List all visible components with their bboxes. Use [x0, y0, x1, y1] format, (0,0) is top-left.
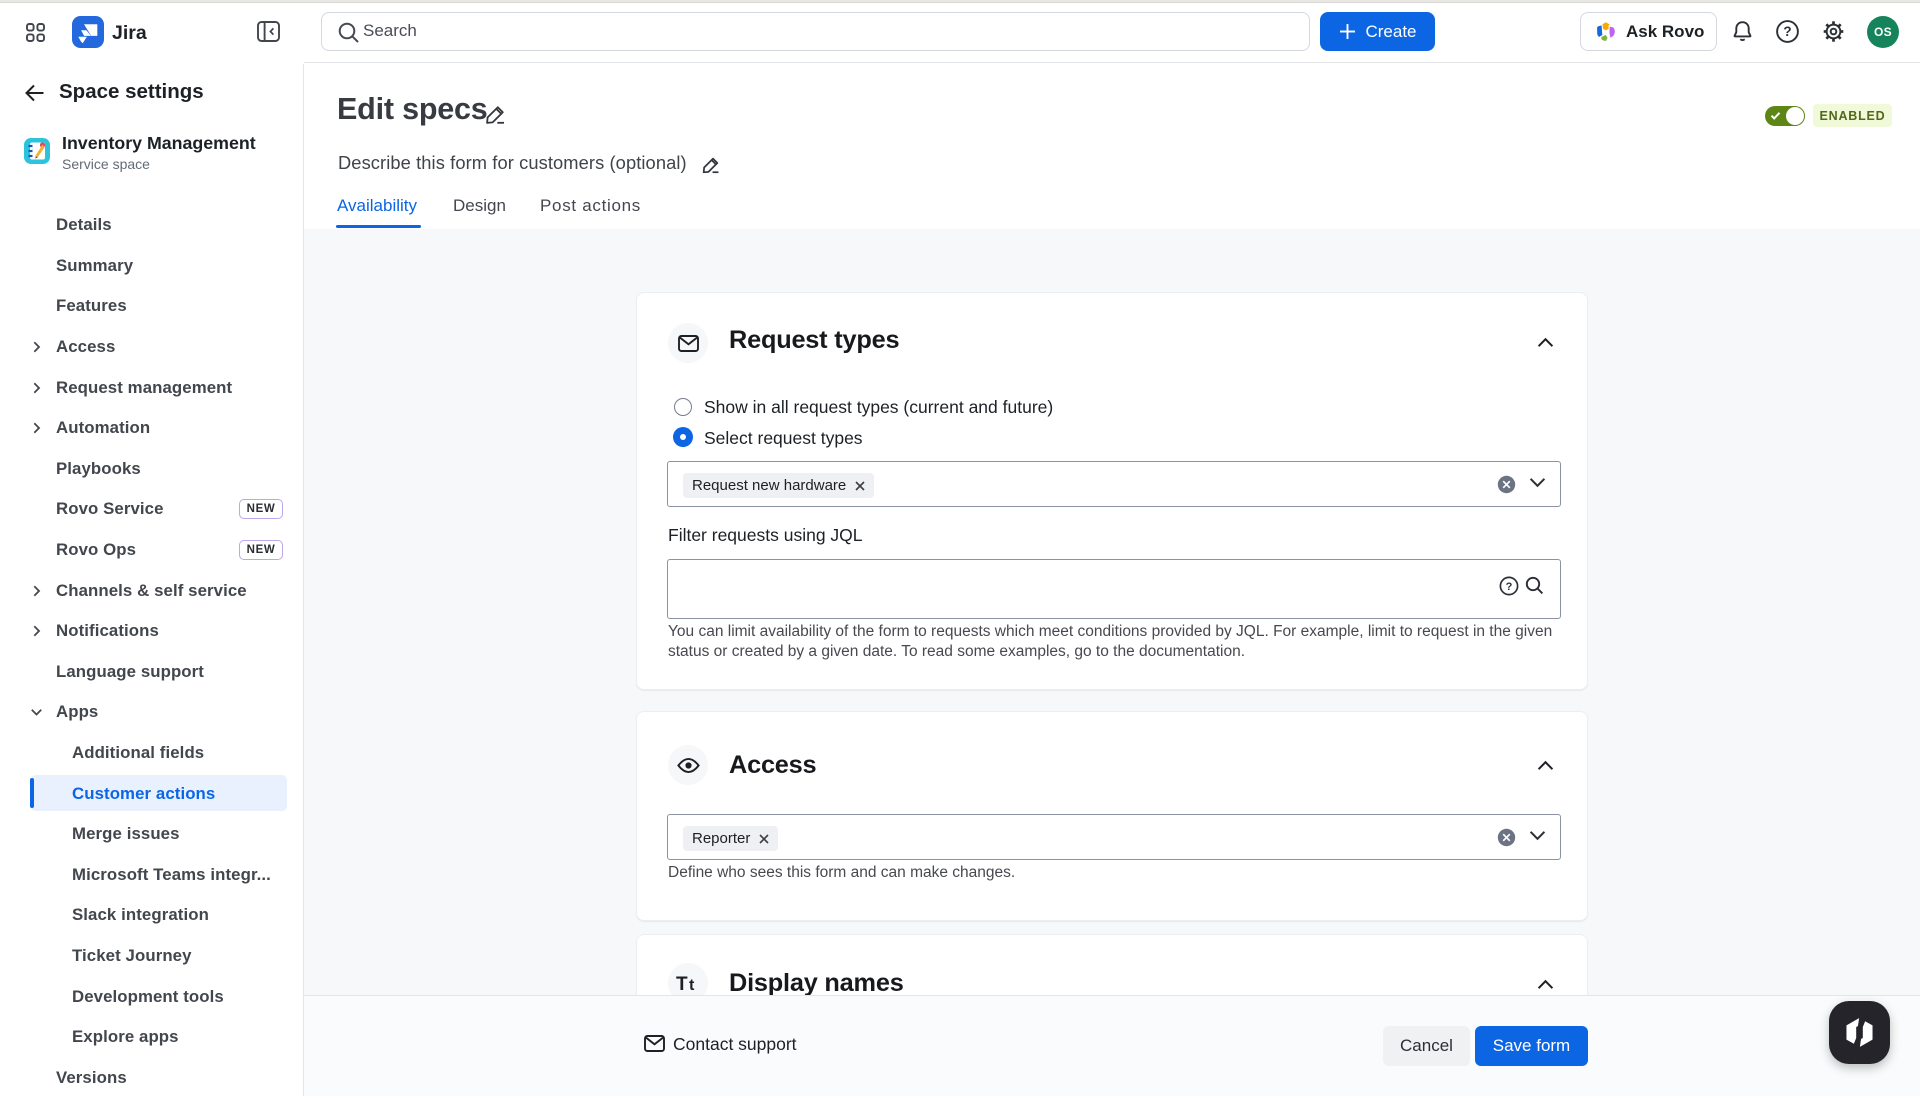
svg-text:T: T: [676, 974, 688, 993]
svg-text:?: ?: [1783, 24, 1791, 39]
svg-text:?: ?: [1506, 581, 1513, 593]
svg-text:t: t: [689, 977, 695, 993]
